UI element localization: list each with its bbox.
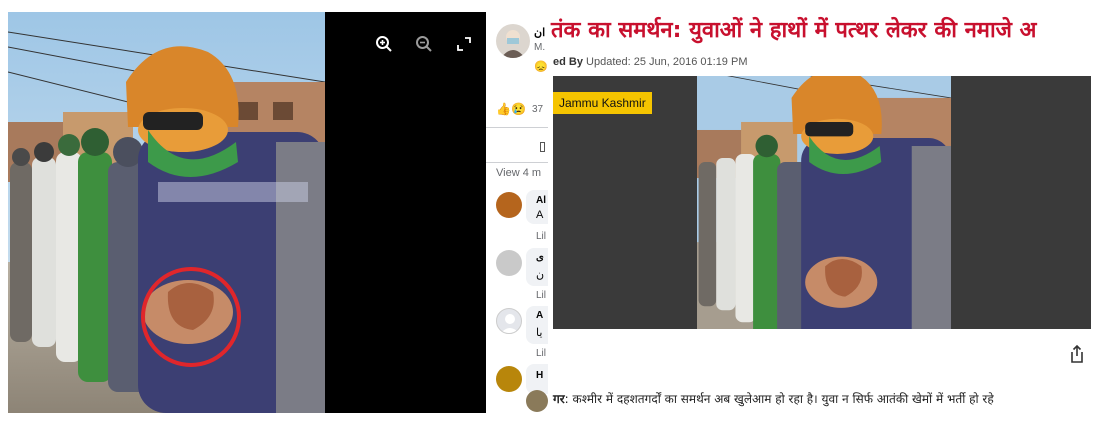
category-tag[interactable]: Jammu Kashmir	[553, 92, 652, 114]
commenter-name[interactable]: ی	[536, 252, 544, 263]
photo-viewer	[8, 12, 486, 413]
commenter-name[interactable]: A	[536, 310, 543, 321]
commenter-avatar[interactable]	[496, 192, 522, 218]
commenter-name[interactable]: H	[536, 370, 543, 381]
default-avatar-icon	[501, 314, 519, 333]
commenter-avatar[interactable]	[526, 390, 548, 412]
zoom-in-button[interactable]	[374, 34, 394, 54]
reaction-icons[interactable]: 👍😢	[496, 102, 526, 116]
article-headline: तंक का समर्थन: युवाओं ने हाथों में पत्थर…	[551, 18, 1037, 43]
like-comment-link[interactable]: Lil	[536, 231, 546, 242]
article-body-text: गर: कश्मीर में दहशतगर्दों का समर्थन अब ख…	[553, 390, 994, 407]
comment-text: ن	[536, 269, 545, 281]
article-byline: ed By Updated: 25 Jun, 2016 01:19 PM	[553, 56, 747, 68]
comments-panel: ان M. 😞 👍😢 37 View 4 m Al A Lil ی ن Lil …	[486, 12, 548, 413]
commenter-avatar[interactable]	[496, 250, 522, 276]
comment-text: A	[536, 209, 544, 221]
divider	[486, 162, 548, 163]
like-comment-link[interactable]: Lil	[536, 348, 546, 359]
zoom-out-button[interactable]	[414, 34, 434, 54]
reactions-count[interactable]: 37	[532, 104, 543, 115]
byline-updated: Updated: 25 Jun, 2016 01:19 PM	[586, 56, 748, 68]
commenter-name[interactable]: Al	[536, 195, 546, 206]
screenshot-composite: ان M. 😞 👍😢 37 View 4 m Al A Lil ی ن Lil …	[0, 0, 1100, 422]
post-author-subtext: M.	[534, 42, 546, 53]
body-paragraph: : कश्मीर में दहशतगर्दों का समर्थन अब खुल…	[564, 392, 994, 406]
commenter-avatar[interactable]	[496, 308, 522, 334]
zoom-in-icon	[376, 36, 392, 52]
protest-photo	[8, 12, 325, 413]
commenter-avatar[interactable]	[496, 366, 522, 392]
share-button[interactable]	[1068, 344, 1086, 364]
fullscreen-button[interactable]	[454, 34, 474, 54]
like-comment-link[interactable]: Lil	[536, 290, 546, 301]
zoom-out-icon	[416, 36, 432, 52]
article-image: Jammu Kashmir	[553, 76, 1091, 329]
comment-text: یا	[536, 327, 543, 339]
post-author-avatar[interactable]	[496, 24, 530, 58]
body-lead: गर	[553, 392, 565, 406]
fullscreen-icon	[457, 37, 471, 51]
view-more-comments-link[interactable]: View 4 m	[496, 167, 541, 179]
divider	[486, 127, 548, 128]
news-article: तंक का समर्थन: युवाओं ने हाथों में पत्थर…	[548, 0, 1100, 422]
comment-icon[interactable]	[540, 142, 545, 152]
reaction-emoji: 😞	[534, 61, 548, 73]
byline-author-prefix: ed By	[553, 56, 583, 68]
person-avatar-icon	[501, 30, 525, 58]
viewer-toolbar	[374, 34, 474, 54]
article-photo	[697, 76, 951, 329]
share-icon	[1071, 344, 1083, 363]
post-author-name[interactable]: ان	[534, 26, 545, 39]
